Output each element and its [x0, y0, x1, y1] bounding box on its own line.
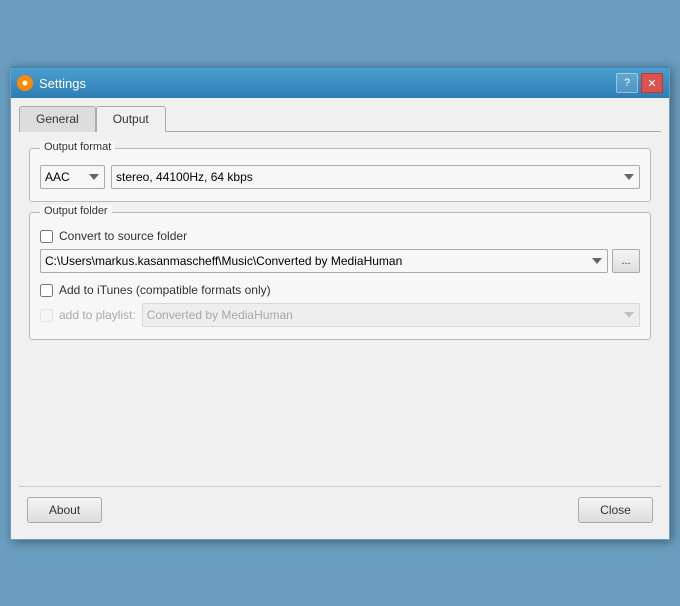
output-folder-label: Output folder: [40, 205, 112, 217]
tabs-bar: General Output: [19, 106, 661, 132]
app-icon: [17, 75, 33, 91]
add-to-itunes-row: Add to iTunes (compatible formats only): [40, 283, 640, 297]
output-format-label: Output format: [40, 141, 115, 153]
about-button[interactable]: About: [27, 497, 102, 523]
format-row: AAC MP3 OGG FLAC WAV stereo, 44100Hz, 64…: [40, 165, 640, 189]
playlist-select: Converted by MediaHuman: [142, 303, 640, 327]
output-format-section: Output format AAC MP3 OGG FLAC WAV stere…: [29, 148, 651, 202]
add-to-itunes-label: Add to iTunes (compatible formats only): [59, 283, 271, 297]
playlist-checkbox: [40, 309, 53, 322]
format-select[interactable]: AAC MP3 OGG FLAC WAV: [40, 165, 105, 189]
quality-select[interactable]: stereo, 44100Hz, 64 kbps stereo, 44100Hz…: [111, 165, 640, 189]
browse-button[interactable]: ...: [612, 249, 640, 273]
title-bar-left: Settings: [17, 75, 86, 91]
convert-to-source-checkbox[interactable]: [40, 230, 53, 243]
convert-to-source-label: Convert to source folder: [59, 229, 187, 243]
bottom-bar: About Close: [19, 486, 661, 531]
playlist-label: add to playlist:: [59, 308, 136, 322]
title-buttons: ? ✕: [616, 73, 663, 93]
close-button[interactable]: Close: [578, 497, 653, 523]
tab-general[interactable]: General: [19, 106, 96, 132]
output-folder-section: Output folder Convert to source folder C…: [29, 212, 651, 340]
window-title: Settings: [39, 76, 86, 91]
title-bar: Settings ? ✕: [11, 68, 669, 98]
help-button[interactable]: ?: [616, 73, 638, 93]
tab-output[interactable]: Output: [96, 106, 166, 132]
folder-path-row: C:\Users\markus.kasanmascheff\Music\Conv…: [40, 249, 640, 273]
window-close-button[interactable]: ✕: [641, 73, 663, 93]
settings-window: Settings ? ✕ General Output Output forma…: [10, 66, 670, 540]
add-to-itunes-checkbox[interactable]: [40, 284, 53, 297]
folder-path-select[interactable]: C:\Users\markus.kasanmascheff\Music\Conv…: [40, 249, 608, 273]
playlist-row: add to playlist: Converted by MediaHuman: [40, 303, 640, 327]
window-content: General Output Output format AAC MP3 OGG…: [11, 98, 669, 539]
main-content: Output format AAC MP3 OGG FLAC WAV stere…: [19, 142, 661, 356]
convert-to-source-row: Convert to source folder: [40, 229, 640, 243]
